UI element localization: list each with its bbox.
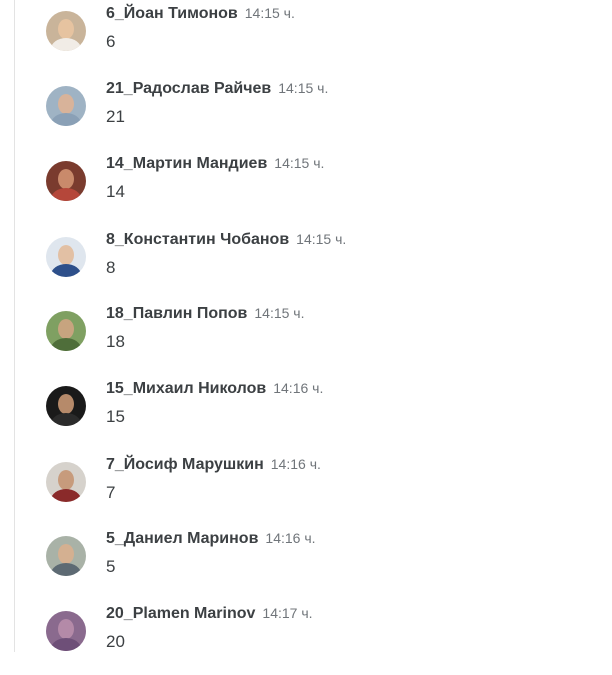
message-time: 14:16 ч. — [273, 380, 324, 396]
sender-name[interactable]: 6_Йоан Тимонов — [106, 5, 238, 22]
avatar-face — [58, 94, 74, 114]
sender-name[interactable]: 18_Павлин Попов — [106, 305, 247, 322]
message-text: 21 — [106, 107, 125, 126]
message-text: 15 — [106, 407, 125, 426]
avatar-shoulders — [51, 489, 81, 502]
avatar[interactable] — [46, 462, 86, 502]
chat-message: 15_Михаил Николов 14:16 ч. 15 — [0, 375, 612, 450]
chat-message: 20_Plamen Marinov 14:17 ч. 20 — [0, 600, 612, 675]
sender-name[interactable]: 20_Plamen Marinov — [106, 605, 255, 622]
chat-message: 8_Константин Чобанов 14:15 ч. 8 — [0, 226, 612, 301]
avatar-shoulders — [51, 338, 81, 351]
message-header: 21_Радослав Райчев 14:15 ч. — [106, 77, 328, 99]
message-header: 20_Plamen Marinov 14:17 ч. — [106, 602, 313, 624]
message-text: 8 — [106, 258, 116, 277]
sender-name[interactable]: 7_Йосиф Марушкин — [106, 456, 264, 473]
avatar-face — [58, 394, 74, 414]
avatar[interactable] — [46, 11, 86, 51]
message-header: 5_Даниел Маринов 14:16 ч. — [106, 527, 316, 549]
chat-message: 18_Павлин Попов 14:15 ч. 18 — [0, 300, 612, 375]
avatar-shoulders — [51, 113, 81, 126]
avatar[interactable] — [46, 311, 86, 351]
avatar-face — [58, 619, 74, 639]
message-header: 7_Йосиф Марушкин 14:16 ч. — [106, 453, 321, 475]
message-time: 14:16 ч. — [270, 456, 321, 472]
chat-message: 5_Даниел Маринов 14:16 ч. 5 — [0, 525, 612, 600]
message-header: 15_Михаил Николов 14:16 ч. — [106, 377, 323, 399]
message-header: 14_Мартин Мандиев 14:15 ч. — [106, 152, 324, 174]
avatar-shoulders — [51, 563, 81, 576]
message-header: 6_Йоан Тимонов 14:15 ч. — [106, 2, 295, 24]
chat-message: 6_Йоан Тимонов 14:15 ч. 6 — [0, 0, 612, 75]
sender-name[interactable]: 5_Даниел Маринов — [106, 530, 258, 547]
sender-name[interactable]: 21_Радослав Райчев — [106, 80, 271, 97]
sender-name[interactable]: 14_Мартин Мандиев — [106, 155, 267, 172]
message-time: 14:15 ч. — [274, 155, 325, 171]
message-time: 14:15 ч. — [244, 5, 295, 21]
chat-message: 14_Мартин Мандиев 14:15 ч. 14 — [0, 150, 612, 225]
message-time: 14:15 ч. — [278, 80, 329, 96]
message-time: 14:15 ч. — [254, 305, 305, 321]
avatar-face — [58, 319, 74, 339]
message-text: 7 — [106, 483, 116, 502]
message-text: 18 — [106, 332, 125, 351]
avatar-shoulders — [51, 188, 81, 201]
avatar[interactable] — [46, 237, 86, 277]
avatar[interactable] — [46, 611, 86, 651]
message-text: 14 — [106, 182, 125, 201]
message-text: 5 — [106, 557, 116, 576]
message-time: 14:17 ч. — [262, 605, 313, 621]
avatar-face — [58, 245, 74, 265]
avatar-face — [58, 169, 74, 189]
avatar-face — [58, 544, 74, 564]
avatar-shoulders — [51, 264, 81, 277]
avatar[interactable] — [46, 386, 86, 426]
message-text: 20 — [106, 632, 125, 651]
message-time: 14:16 ч. — [265, 530, 316, 546]
avatar-shoulders — [51, 638, 81, 651]
chat-message: 7_Йосиф Марушкин 14:16 ч. 7 — [0, 451, 612, 526]
message-header: 18_Павлин Попов 14:15 ч. — [106, 302, 304, 324]
sender-name[interactable]: 8_Константин Чобанов — [106, 231, 289, 248]
avatar-shoulders — [51, 413, 81, 426]
avatar-face — [58, 19, 74, 39]
sender-name[interactable]: 15_Михаил Николов — [106, 380, 266, 397]
avatar-face — [58, 470, 74, 490]
message-time: 14:15 ч. — [296, 231, 347, 247]
message-header: 8_Константин Чобанов 14:15 ч. — [106, 228, 346, 250]
avatar-shoulders — [51, 38, 81, 51]
chat-message: 21_Радослав Райчев 14:15 ч. 21 — [0, 75, 612, 150]
avatar[interactable] — [46, 86, 86, 126]
avatar[interactable] — [46, 161, 86, 201]
avatar[interactable] — [46, 536, 86, 576]
message-text: 6 — [106, 32, 116, 51]
